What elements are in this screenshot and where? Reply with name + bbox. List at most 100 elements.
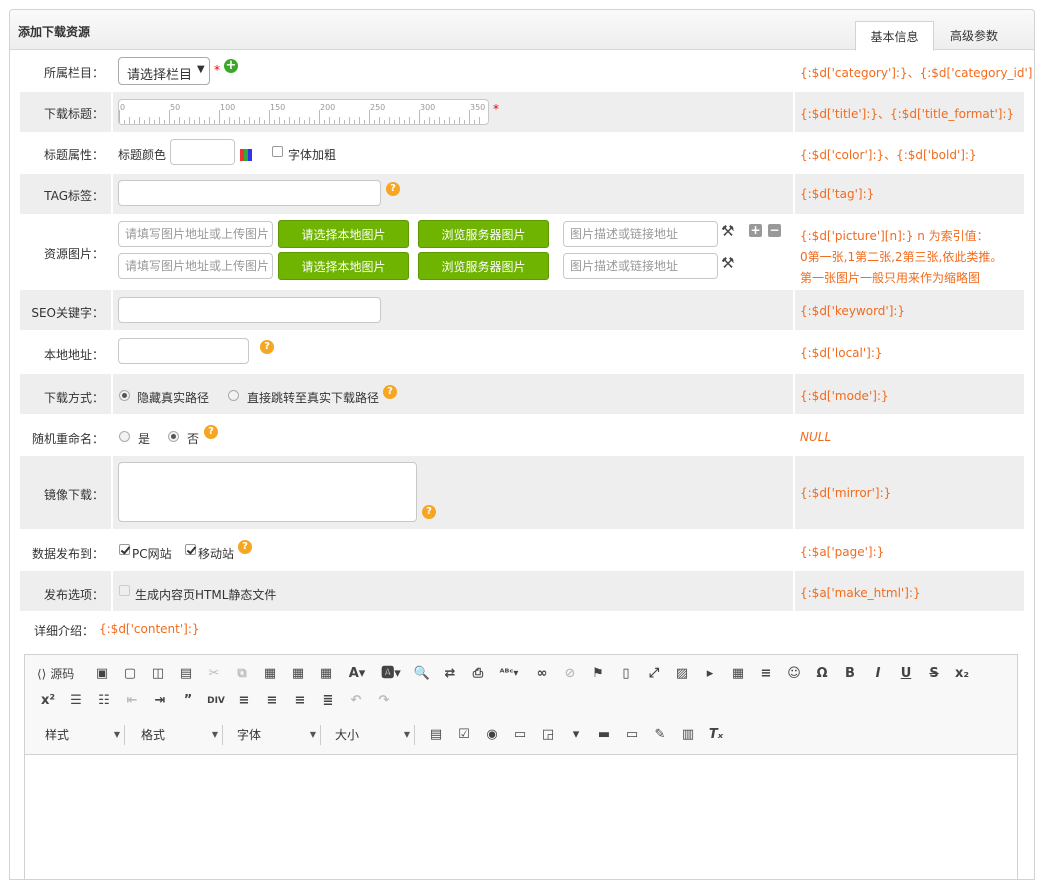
format-combo[interactable]: 格式 ▼: [131, 725, 223, 745]
select-icon[interactable]: ▾: [565, 725, 587, 745]
choose-local-image-button[interactable]: 请选择本地图片: [278, 220, 409, 248]
make-html-checkbox[interactable]: [119, 585, 130, 596]
horizontal-rule-icon[interactable]: ≡: [755, 664, 777, 684]
checkbox-icon[interactable]: ☑: [453, 725, 475, 745]
paste-icon[interactable]: ▦: [259, 664, 281, 684]
anchor-flag-icon[interactable]: ⚑: [587, 664, 609, 684]
unlink-icon[interactable]: ⊘: [559, 664, 581, 684]
tools-icon[interactable]: ⚒: [721, 222, 734, 240]
outdent-icon[interactable]: ⇤: [121, 691, 143, 711]
text-color-icon[interactable]: A▾: [343, 664, 371, 684]
local-address-input[interactable]: [118, 338, 249, 364]
special-char-icon[interactable]: Ω: [811, 664, 833, 684]
tag-input[interactable]: [118, 180, 381, 206]
superscript-icon[interactable]: x²: [37, 691, 59, 711]
size-combo-label: 大小: [335, 728, 360, 742]
mode-hide-radio[interactable]: [119, 390, 130, 401]
pc-site-checkbox[interactable]: [119, 544, 130, 555]
image-icon[interactable]: ▨: [671, 664, 693, 684]
rename-yes-radio[interactable]: [119, 431, 130, 442]
flash-icon[interactable]: ▸: [699, 664, 721, 684]
radio-icon[interactable]: ◉: [481, 725, 503, 745]
form-icon[interactable]: ▤: [425, 725, 447, 745]
bold-checkbox[interactable]: [272, 146, 283, 157]
maximize-icon[interactable]: ⤢: [643, 664, 665, 684]
textfield-icon[interactable]: ▭: [509, 725, 531, 745]
paste-word-icon[interactable]: ▦: [315, 664, 337, 684]
color-palette-icon[interactable]: [240, 149, 252, 161]
bold-icon[interactable]: B: [839, 664, 861, 684]
strikethrough-icon[interactable]: S: [923, 664, 945, 684]
add-row-icon[interactable]: +: [749, 224, 762, 237]
paste-text-icon[interactable]: ▦: [287, 664, 309, 684]
editor-toolbar: ⟨⟩ 源码 ▣ ▢ ◫ ▤ ✂ ⧉ ▦ ▦ ▦ A▾ 🅰▾ 🔍 ⇄ ⎙ ᴬᴮᶜ▾…: [25, 655, 1017, 755]
textarea-icon[interactable]: ◲: [537, 725, 559, 745]
print-icon[interactable]: ⎙: [467, 664, 489, 684]
button-icon[interactable]: ▬: [593, 725, 615, 745]
tools-icon[interactable]: ⚒: [721, 254, 734, 272]
template-icon[interactable]: ▤: [175, 664, 197, 684]
browse-server-image-button[interactable]: 浏览服务器图片: [418, 252, 549, 280]
replace-icon[interactable]: ⇄: [439, 664, 461, 684]
copy-icon[interactable]: ⧉: [231, 664, 253, 684]
undo-icon[interactable]: ↶: [345, 691, 367, 711]
remove-row-icon[interactable]: −: [768, 224, 781, 237]
bg-color-icon[interactable]: 🅰▾: [377, 664, 405, 684]
preview-icon[interactable]: ◫: [147, 664, 169, 684]
underline-icon[interactable]: U: [895, 664, 917, 684]
help-icon[interactable]: ?: [386, 182, 400, 196]
indent-icon[interactable]: ⇥: [149, 691, 171, 711]
choose-local-image-button[interactable]: 请选择本地图片: [278, 252, 409, 280]
title-color-input[interactable]: [170, 139, 235, 165]
rename-no-radio[interactable]: [168, 431, 179, 442]
image-button-icon[interactable]: ▭: [621, 725, 643, 745]
div-container-icon[interactable]: DIV: [205, 691, 227, 711]
hidden-field-icon[interactable]: ✎: [649, 725, 671, 745]
help-icon[interactable]: ?: [238, 540, 252, 554]
bulleted-list-icon[interactable]: ☷: [93, 691, 115, 711]
add-plus-icon[interactable]: +: [224, 59, 238, 73]
new-page-icon[interactable]: ▢: [119, 664, 141, 684]
title-input[interactable]: 0 50 100 150 200 250 300 350: [118, 99, 489, 125]
help-icon[interactable]: ?: [422, 505, 436, 519]
align-left-icon[interactable]: ≡: [233, 691, 255, 711]
spellcheck-icon[interactable]: ᴬᴮᶜ▾: [495, 664, 523, 684]
picture-url-input[interactable]: [118, 221, 273, 247]
row-seo: SEO关键字： {:$d['keyword']:}: [20, 290, 1024, 330]
picture-desc-input[interactable]: [563, 221, 718, 247]
tab-advanced-params[interactable]: 高级参数: [934, 21, 1014, 51]
source-button[interactable]: ⟨⟩ 源码: [37, 664, 83, 684]
table-icon[interactable]: ▦: [727, 664, 749, 684]
category-select[interactable]: 请选择栏目 ▼: [118, 57, 210, 85]
align-right-icon[interactable]: ≡: [289, 691, 311, 711]
save-icon[interactable]: ▣: [91, 664, 113, 684]
size-combo[interactable]: 大小 ▼: [327, 725, 415, 745]
justify-icon[interactable]: ≣: [317, 691, 339, 711]
align-center-icon[interactable]: ≡: [261, 691, 283, 711]
iframe-icon[interactable]: ▯: [615, 664, 637, 684]
blockquote-icon[interactable]: ”: [177, 691, 199, 711]
smiley-icon[interactable]: ☺: [783, 664, 805, 684]
help-icon[interactable]: ?: [260, 340, 274, 354]
seo-keyword-input[interactable]: [118, 297, 381, 323]
mobile-site-checkbox[interactable]: [185, 544, 196, 555]
tab-basic-info[interactable]: 基本信息: [855, 21, 934, 51]
find-icon[interactable]: 🔍: [411, 664, 433, 684]
redo-icon[interactable]: ↷: [373, 691, 395, 711]
picture-desc-input[interactable]: [563, 253, 718, 279]
picture-url-input[interactable]: [118, 253, 273, 279]
remove-format-icon[interactable]: Tₓ: [705, 725, 727, 745]
link-icon[interactable]: ∞: [531, 664, 553, 684]
browse-server-image-button[interactable]: 浏览服务器图片: [418, 220, 549, 248]
help-icon[interactable]: ?: [383, 385, 397, 399]
italic-icon[interactable]: I: [867, 664, 889, 684]
page-break-icon[interactable]: ▥: [677, 725, 699, 745]
help-icon[interactable]: ?: [204, 425, 218, 439]
style-combo[interactable]: 样式 ▼: [35, 725, 125, 745]
cut-icon[interactable]: ✂: [203, 664, 225, 684]
font-combo[interactable]: 字体 ▼: [229, 725, 321, 745]
mode-redirect-radio[interactable]: [228, 390, 239, 401]
subscript-icon[interactable]: x₂: [951, 664, 973, 684]
numbered-list-icon[interactable]: ☰: [65, 691, 87, 711]
mirror-textarea[interactable]: [118, 462, 417, 522]
